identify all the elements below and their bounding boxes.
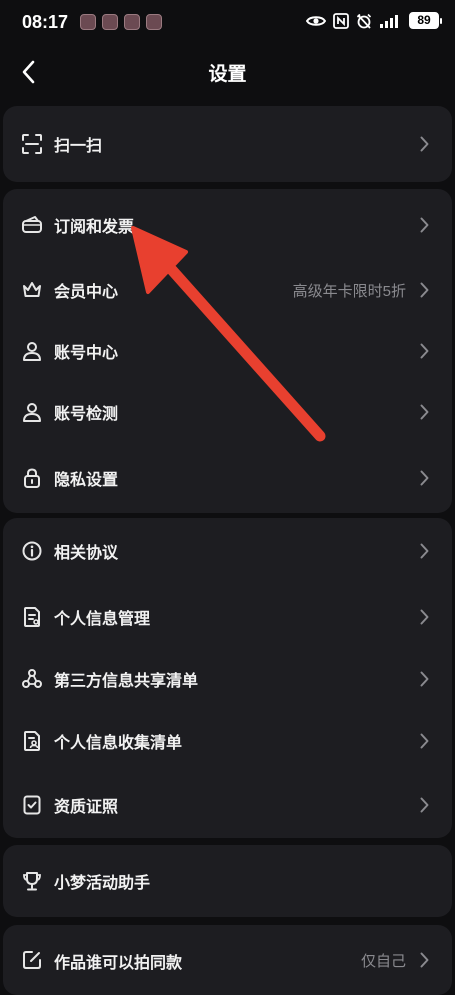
settings-item-account-check[interactable]: 账号检测 (3, 381, 452, 443)
chevron-right-icon (418, 403, 430, 421)
settings-item-activity-assistant[interactable]: 小梦活动助手 (3, 845, 452, 917)
settings-group: 扫一扫 (3, 106, 452, 182)
chevron-right-icon (418, 796, 430, 814)
settings-group: 小梦活动助手 (3, 845, 452, 917)
crown-icon (21, 279, 43, 301)
settings-group: 作品谁可以拍同款 仅自己 (3, 925, 452, 995)
certificate-icon (21, 794, 43, 816)
wallet-icon (21, 214, 43, 236)
nfc-icon (333, 12, 349, 29)
settings-item-same-style-permission[interactable]: 作品谁可以拍同款 仅自己 (3, 925, 452, 995)
chevron-right-icon (418, 342, 430, 360)
chevron-right-icon (418, 216, 430, 234)
settings-item-label: 扫一扫 (54, 138, 103, 155)
nav-bar: 设置 (0, 44, 455, 100)
alarm-off-icon (356, 13, 372, 29)
chevron-right-icon (418, 135, 430, 153)
settings-item-scan[interactable]: 扫一扫 (3, 106, 452, 182)
notification-icons (80, 14, 168, 30)
settings-item-personal-info-management[interactable]: 个人信息管理 (3, 585, 452, 648)
settings-item-agreements[interactable]: 相关协议 (3, 518, 452, 584)
settings-item-label: 个人信息管理 (54, 611, 151, 628)
settings-item-qualifications[interactable]: 资质证照 (3, 771, 452, 838)
settings-group: 相关协议 个人信息管理 第三方信息共享清单 个人信息收集清单 资质证照 (3, 518, 452, 838)
settings-group: 订阅和发票 会员中心 高级年卡限时5折 账号中心 账号检测 隐私设置 (3, 189, 452, 513)
document-user-icon (21, 730, 43, 752)
page-title: 设置 (208, 64, 247, 85)
app-notification-icon (102, 14, 118, 30)
user-icon (21, 401, 43, 423)
scan-icon (21, 133, 43, 155)
share-nodes-icon (21, 668, 43, 690)
settings-item-label: 相关协议 (54, 545, 119, 562)
settings-item-subscription-invoice[interactable]: 订阅和发票 (3, 189, 452, 261)
settings-item-label: 账号中心 (54, 345, 119, 362)
chevron-right-icon (418, 670, 430, 688)
chevron-right-icon (418, 469, 430, 487)
settings-item-label: 资质证照 (54, 799, 119, 816)
settings-item-member-center[interactable]: 会员中心 高级年卡限时5折 (3, 258, 452, 322)
status-bar: 08:17 89 (0, 0, 455, 44)
app-notification-icon (124, 14, 140, 30)
lock-icon (21, 467, 43, 489)
system-status: 89 (299, 12, 442, 29)
chevron-right-icon (418, 608, 430, 626)
chevron-right-icon (418, 732, 430, 750)
info-icon (21, 540, 43, 562)
edit-icon (21, 949, 43, 971)
chevron-right-icon (418, 281, 430, 299)
permission-value: 仅自己 (360, 953, 406, 970)
chevron-right-icon (418, 951, 430, 969)
settings-item-label: 会员中心 (54, 284, 119, 301)
battery-indicator: 89 (409, 12, 442, 29)
settings-item-label: 小梦活动助手 (54, 875, 151, 892)
app-notification-icon (146, 14, 162, 30)
app-notification-icon (80, 14, 96, 30)
chevron-right-icon (418, 542, 430, 560)
status-time: 08:17 (22, 12, 69, 32)
trophy-icon (21, 870, 43, 892)
settings-item-label: 作品谁可以拍同款 (54, 955, 183, 972)
signal-icon (380, 14, 398, 28)
settings-item-personal-info-collection[interactable]: 个人信息收集清单 (3, 709, 452, 772)
user-icon (21, 340, 43, 362)
settings-item-label: 账号检测 (54, 406, 119, 423)
settings-item-label: 隐私设置 (54, 472, 119, 489)
settings-item-label: 订阅和发票 (54, 219, 135, 236)
settings-item-privacy[interactable]: 隐私设置 (3, 443, 452, 513)
member-promo-text: 高级年卡限时5折 (292, 283, 406, 300)
eye-icon (306, 15, 326, 26)
settings-item-third-party-sharing[interactable]: 第三方信息共享清单 (3, 647, 452, 710)
settings-item-account-center[interactable]: 账号中心 (3, 320, 452, 382)
document-icon (21, 606, 43, 628)
settings-item-label: 个人信息收集清单 (54, 735, 183, 752)
settings-item-label: 第三方信息共享清单 (54, 673, 199, 690)
